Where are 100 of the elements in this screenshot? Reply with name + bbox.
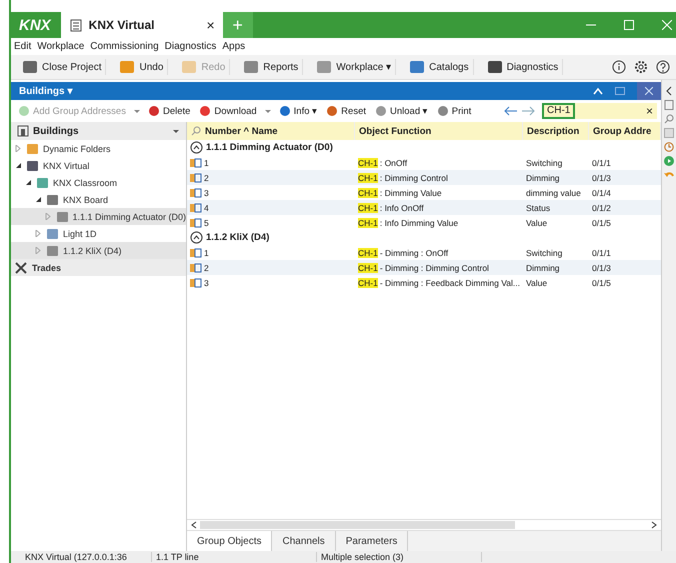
table-cell-text: CH-1 : Dimming Value [357, 188, 443, 198]
tree-header[interactable]: Buildings [11, 122, 186, 140]
table-cell: 2 [204, 262, 209, 272]
toolbar-button[interactable]: Undo [114, 59, 168, 75]
tree-item[interactable]: Trades [11, 259, 186, 276]
table-cell-text: CH-1 - Dimming : Dimming Control [357, 262, 490, 272]
table-cell-text: CH-1 : Info OnOff [357, 202, 425, 212]
tree-item[interactable]: 1.1.2 KliX (D4) [11, 242, 186, 259]
table-cell: 1 [204, 248, 209, 258]
action-button[interactable]: Download [196, 105, 260, 117]
menu-item[interactable]: Apps [222, 41, 246, 52]
maximize-icon[interactable] [615, 87, 625, 95]
group-object-icon [190, 188, 202, 198]
collapse-arrow-icon[interactable] [15, 162, 22, 169]
table-cell-text: dimming value [525, 188, 582, 198]
menu-item[interactable]: Commissioning [90, 41, 159, 52]
scroll-right-icon[interactable] [651, 521, 657, 529]
expand-arrow-icon[interactable] [15, 145, 22, 152]
group-header[interactable]: 1.1.1 Dimming Actuator (D0) [187, 140, 661, 155]
menu-item[interactable]: Edit [14, 41, 32, 52]
clear-search-button[interactable]: × [642, 104, 657, 118]
tree-item[interactable]: KNX Classroom [11, 174, 186, 191]
table-cell-text: Dimming [525, 172, 561, 182]
search-field[interactable]: CH-1 × [542, 103, 657, 119]
table-cell: 2 [204, 172, 209, 182]
tree-item[interactable]: Dynamic Folders [11, 140, 186, 157]
table-cell-text: CH-1 - Dimming : Feedback Dimming Val... [357, 278, 521, 288]
tree-title: Buildings [33, 126, 79, 136]
group-header[interactable]: 1.1.2 KliX (D4) [187, 230, 661, 245]
dropdown-arrow-icon[interactable] [172, 127, 180, 135]
column-header[interactable]: Description [523, 122, 589, 140]
action-button[interactable]: Info ▾ [276, 105, 320, 117]
back-arrow-icon[interactable] [504, 106, 518, 116]
table-cell: 4 [204, 202, 209, 212]
group-object-icon [190, 248, 202, 258]
group-object-icon [190, 158, 202, 168]
collapse-arrow-icon[interactable] [35, 196, 42, 203]
column-header[interactable]: Object Function [355, 122, 523, 140]
action-button[interactable]: Delete [144, 105, 194, 117]
table-cell-text: CH-1 : OnOff [357, 158, 408, 168]
settings-icon[interactable] [634, 60, 648, 74]
status-text: 1.1 TP line [152, 552, 317, 562]
toolbar-button[interactable]: Workplace ▾ [311, 59, 396, 75]
search-icon[interactable] [191, 126, 201, 136]
status-text: Multiple selection (3) [317, 552, 482, 562]
menu-item[interactable]: Workplace [37, 41, 84, 52]
table-cell-text: CH-1 : Dimming Control [357, 172, 449, 182]
bottom-tab[interactable]: Group Objects [187, 531, 272, 551]
table-cell: 3 [204, 278, 209, 288]
group-object-icon [190, 172, 202, 182]
scroll-left-icon[interactable] [191, 521, 197, 529]
group-object-icon [190, 278, 202, 288]
table-cell-text: Value [525, 218, 548, 228]
table-cell-text: 0/1/1 [591, 158, 612, 168]
table-cell-text: 0/1/2 [591, 202, 612, 212]
close-tab-button[interactable]: × [206, 17, 215, 33]
table-cell-text: 0/1/5 [591, 278, 612, 288]
collapse-arrow-icon[interactable] [25, 179, 32, 186]
tree-item[interactable]: KNX Virtual [11, 157, 186, 174]
table-cell-text: Switching [525, 158, 564, 168]
panel-title[interactable]: Buildings ▾ [19, 85, 72, 97]
tree-item[interactable]: 1.1.1 Dimming Actuator (D0) [11, 208, 186, 225]
table-cell-text: Switching [525, 248, 564, 258]
document-icon[interactable] [664, 100, 674, 110]
toolbar-button[interactable]: Close Project [17, 59, 106, 75]
collapse-icon[interactable] [190, 141, 203, 154]
group-object-icon [190, 202, 202, 212]
table-cell-text: Dimming [525, 262, 561, 272]
action-button[interactable]: Reset [323, 105, 369, 117]
tree-item[interactable]: Light 1D [11, 225, 186, 242]
help-icon[interactable] [656, 60, 670, 74]
table-cell-text: Value [525, 278, 548, 288]
action-button[interactable]: Unload ▾ [372, 105, 431, 117]
search-icon[interactable] [664, 114, 674, 124]
action-button[interactable]: Print [434, 105, 474, 117]
expand-arrow-icon[interactable] [45, 213, 52, 220]
document-tab[interactable]: KNX Virtual × [60, 12, 223, 38]
tree-item[interactable]: KNX Board [11, 191, 186, 208]
table-cell-text: 0/1/5 [591, 218, 612, 228]
forward-arrow-icon[interactable] [521, 106, 535, 116]
toolbar-button[interactable]: Diagnostics [482, 59, 564, 75]
menu-item[interactable]: Diagnostics [164, 41, 216, 52]
expand-arrow-icon[interactable] [35, 230, 42, 237]
expand-arrow-icon[interactable] [35, 247, 42, 254]
toolbar-button[interactable]: Reports [238, 59, 304, 75]
table-cell-text: 0/1/4 [591, 188, 612, 198]
column-header[interactable]: Number ^ Name [187, 122, 355, 140]
group-object-icon [190, 218, 202, 228]
tab-title: KNX Virtual [88, 18, 156, 32]
play-icon[interactable] [664, 156, 674, 166]
table-cell-text: CH-1 : Info Dimming Value [357, 218, 460, 228]
table-cell-text: 0/1/1 [591, 248, 612, 258]
table-cell-text: CH-1 - Dimming : OnOff [357, 248, 450, 258]
clock-icon[interactable] [664, 142, 674, 152]
toolbar-button[interactable]: Catalogs [404, 59, 474, 75]
collapse-icon[interactable] [190, 231, 203, 244]
status-text: KNX Virtual (127.0.0.1:36 [11, 552, 152, 562]
horizontal-scrollbar[interactable] [187, 519, 661, 531]
table-cell-text: 0/1/3 [591, 172, 612, 182]
search-value: CH-1 [542, 103, 576, 119]
